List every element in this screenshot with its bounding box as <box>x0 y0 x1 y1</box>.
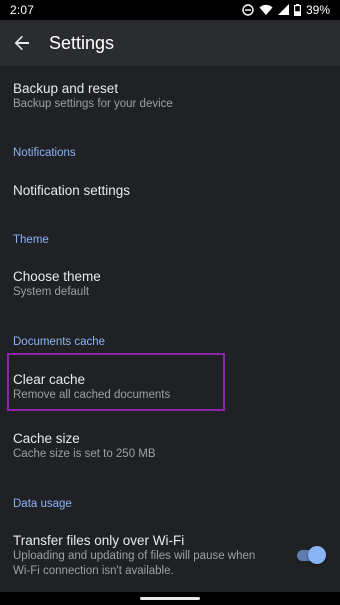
item-title: Backup and reset <box>13 81 119 96</box>
clear-cache-item[interactable]: Clear cache Remove all cached documents <box>13 371 328 403</box>
signal-icon <box>277 4 289 16</box>
arrow-back-icon <box>14 35 29 51</box>
item-subtitle: Cache size is set to 250 MB <box>13 448 156 460</box>
status-time: 2:07 <box>10 3 35 17</box>
item-subtitle-line2: Wi-Fi connection isn't available. <box>13 565 174 577</box>
notification-settings-item[interactable]: Notification settings <box>13 182 328 199</box>
item-title: Clear cache <box>13 372 86 387</box>
section-header-documents-cache: Documents cache <box>13 336 106 348</box>
item-title: Transfer files only over Wi-Fi <box>13 533 185 548</box>
item-subtitle: System default <box>13 286 90 298</box>
toggle-thumb <box>308 546 326 564</box>
wifi-only-toggle[interactable] <box>295 545 326 565</box>
wifi-icon <box>259 4 273 16</box>
status-icons: 39% <box>242 3 330 17</box>
item-title: Cache size <box>13 431 80 446</box>
backup-and-reset-item[interactable]: Backup and reset Backup settings for you… <box>13 80 328 112</box>
cache-size-item[interactable]: Cache size Cache size is set to 250 MB <box>13 430 328 462</box>
item-title: Notification settings <box>13 183 131 198</box>
system-nav-bar <box>0 592 340 605</box>
section-header-theme: Theme <box>13 234 49 246</box>
item-title: Choose theme <box>13 269 101 284</box>
status-bar: 2:07 39% <box>0 0 340 20</box>
item-subtitle: Remove all cached documents <box>13 389 171 401</box>
battery-icon <box>293 4 301 16</box>
back-button[interactable] <box>0 20 44 66</box>
page-title: Settings <box>49 32 115 53</box>
choose-theme-item[interactable]: Choose theme System default <box>13 268 328 300</box>
item-subtitle-line1: Uploading and updating of files will pau… <box>13 550 256 562</box>
item-subtitle: Backup settings for your device <box>13 98 173 110</box>
wifi-only-item[interactable]: Transfer files only over Wi-Fi Uploading… <box>13 532 280 579</box>
do-not-disturb-icon <box>242 4 254 16</box>
home-gesture-handle[interactable] <box>140 597 200 600</box>
section-header-data-usage: Data usage <box>13 498 72 510</box>
battery-percentage: 39% <box>305 3 330 17</box>
settings-list: Backup and reset Backup settings for you… <box>0 66 340 592</box>
app-bar: Settings <box>0 20 340 66</box>
section-header-notifications: Notifications <box>13 147 76 159</box>
